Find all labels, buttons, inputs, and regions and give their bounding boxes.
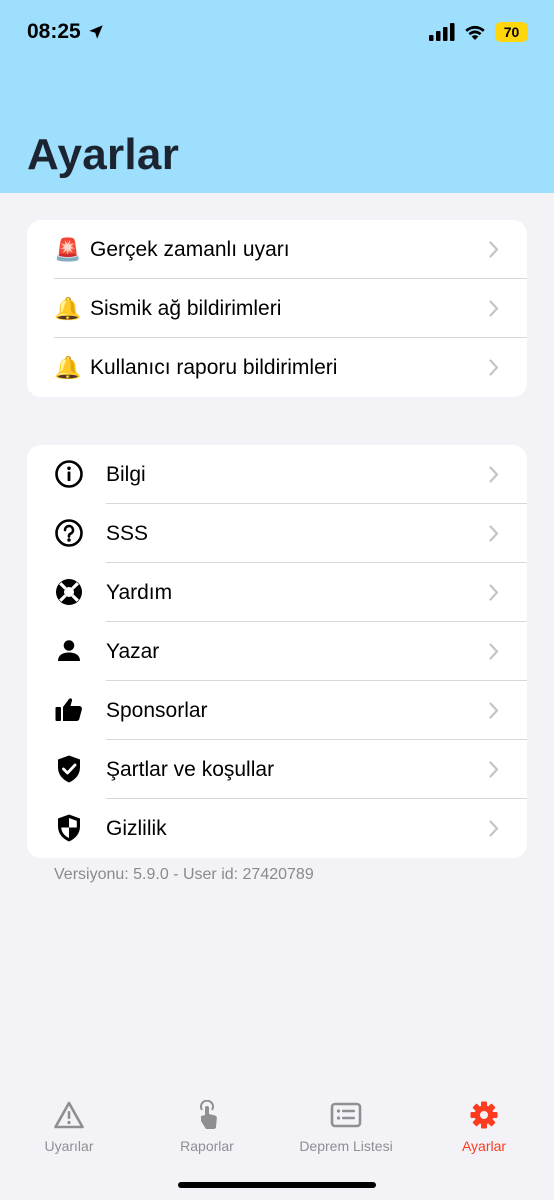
row-label: Sponsorlar xyxy=(106,698,208,722)
siren-icon: 🚨 xyxy=(54,237,82,262)
chevron-right-icon xyxy=(489,702,499,719)
row-label: Gerçek zamanlı uyarı xyxy=(90,237,290,261)
thumbs-up-icon xyxy=(55,698,82,721)
tab-settings[interactable]: Ayarlar xyxy=(415,1100,553,1154)
row-label: Yazar xyxy=(106,639,160,663)
bell-icon: 🔔 xyxy=(54,296,82,321)
row-faq[interactable]: SSS xyxy=(27,504,527,563)
row-label: Gizlilik xyxy=(106,816,167,840)
row-sponsors[interactable]: Sponsorlar xyxy=(27,681,527,740)
chevron-right-icon xyxy=(489,761,499,778)
tab-reports[interactable]: Raporlar xyxy=(138,1100,276,1154)
row-terms[interactable]: Şartlar ve koşullar xyxy=(27,740,527,799)
person-icon xyxy=(58,640,80,661)
chevron-right-icon xyxy=(489,241,499,258)
version-text: Versiyonu: 5.9.0 - User id: 27420789 xyxy=(54,866,314,883)
chevron-right-icon xyxy=(489,584,499,601)
bell-icon: 🔔 xyxy=(54,355,82,380)
row-label: Yardım xyxy=(106,580,173,604)
row-seismic-network-notifications[interactable]: 🔔 Sismik ağ bildirimleri xyxy=(27,279,527,338)
row-help[interactable]: Yardım xyxy=(27,563,527,622)
touch-hand-icon xyxy=(200,1100,217,1129)
info-icon xyxy=(55,460,83,488)
chevron-right-icon xyxy=(489,300,499,317)
lifebuoy-icon xyxy=(56,579,82,605)
row-label: SSS xyxy=(106,521,149,545)
tab-label: Uyarılar xyxy=(44,1138,94,1154)
chevron-right-icon xyxy=(489,525,499,542)
chevron-right-icon xyxy=(489,643,499,660)
location-arrow-icon xyxy=(88,25,103,39)
status-bar: 08:25 70 xyxy=(0,0,554,66)
shield-half-icon xyxy=(58,814,80,842)
status-time-text: 08:25 xyxy=(27,20,81,43)
wifi-icon xyxy=(465,25,485,40)
tab-label: Deprem Listesi xyxy=(299,1138,393,1154)
warning-triangle-icon xyxy=(54,1101,84,1129)
page-title: Ayarlar xyxy=(27,130,180,179)
shield-check-icon xyxy=(58,755,80,783)
notifications-group: 🚨 Gerçek zamanlı uyarı 🔔 Sismik ağ bildi… xyxy=(27,220,527,397)
row-author[interactable]: Yazar xyxy=(27,622,527,681)
tab-earthquake-list[interactable]: Deprem Listesi xyxy=(277,1100,415,1154)
chevron-right-icon xyxy=(489,466,499,483)
tab-label: Ayarlar xyxy=(461,1138,507,1154)
row-user-report-notifications[interactable]: 🔔 Kullanıcı raporu bildirimleri xyxy=(27,338,527,397)
gear-icon xyxy=(470,1101,498,1129)
row-label: Sismik ağ bildirimleri xyxy=(90,296,282,320)
battery-indicator: 70 xyxy=(495,22,528,42)
list-icon xyxy=(330,1102,362,1128)
row-info[interactable]: Bilgi xyxy=(27,445,527,504)
cellular-signal-icon xyxy=(429,23,455,41)
row-label: Şartlar ve koşullar xyxy=(106,757,275,781)
chevron-right-icon xyxy=(489,820,499,837)
row-label: Bilgi xyxy=(106,462,146,486)
row-realtime-alert[interactable]: 🚨 Gerçek zamanlı uyarı xyxy=(27,220,527,279)
question-icon xyxy=(55,519,83,547)
info-group: Bilgi SSS Yardım Yazar Sponsorlar Şartla… xyxy=(27,445,527,858)
home-indicator xyxy=(178,1182,376,1188)
status-time: 08:25 xyxy=(27,20,105,44)
row-label: Kullanıcı raporu bildirimleri xyxy=(90,355,338,379)
tab-label: Raporlar xyxy=(180,1138,234,1154)
tab-warnings[interactable]: Uyarılar xyxy=(0,1100,138,1154)
header: 08:25 70 Ayarlar xyxy=(0,0,554,193)
status-icons: 70 xyxy=(429,22,528,42)
row-privacy[interactable]: Gizlilik xyxy=(27,799,527,858)
chevron-right-icon xyxy=(489,359,499,376)
